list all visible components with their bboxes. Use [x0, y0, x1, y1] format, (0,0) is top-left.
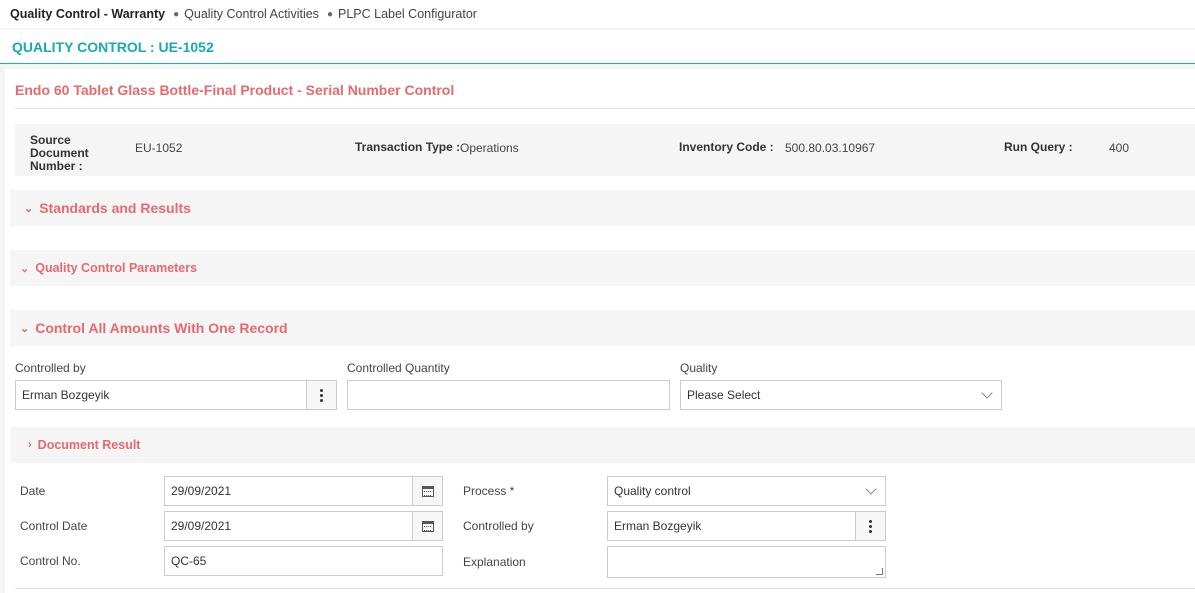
- calendar-icon[interactable]: [412, 512, 442, 540]
- quality-label: Quality: [680, 361, 718, 375]
- section-label: Standards and Results: [39, 200, 191, 216]
- section-standards-results[interactable]: ⌄ Standards and Results: [10, 190, 1195, 226]
- bullet-icon: ●: [326, 8, 333, 20]
- controlled-by-label: Controlled by: [15, 361, 86, 375]
- section-control-all-amounts[interactable]: ⌄ Control All Amounts With One Record: [10, 310, 1195, 346]
- section-document-result[interactable]: › Document Result: [10, 427, 1195, 463]
- control-no-input[interactable]: QC-65: [164, 546, 443, 576]
- breadcrumb-label: Quality Control Activities: [184, 7, 319, 21]
- process-label: Process *: [463, 484, 515, 498]
- doc-controlled-by-field[interactable]: Erman Bozgeyik: [607, 511, 886, 541]
- chevron-down-icon: ⌄: [20, 322, 30, 335]
- control-date-label: Control Date: [20, 519, 88, 533]
- divider: [15, 588, 1195, 589]
- controlled-quantity-input[interactable]: [347, 380, 670, 410]
- quality-select[interactable]: Please Select: [680, 380, 1002, 410]
- section-label: Control All Amounts With One Record: [35, 320, 288, 336]
- inventory-code-value: 500.80.03.10967: [785, 141, 876, 155]
- breadcrumb-item-plpc[interactable]: ● PLPC Label Configurator: [327, 7, 477, 21]
- doc-controlled-by-value: Erman Bozgeyik: [614, 519, 702, 533]
- chevron-down-icon: ⌄: [24, 202, 34, 215]
- inventory-code-label: Inventory Code :: [679, 140, 774, 154]
- explanation-textarea[interactable]: [607, 546, 886, 578]
- date-input[interactable]: 29/09/2021: [164, 476, 443, 506]
- breadcrumb-root[interactable]: Quality Control - Warranty: [10, 7, 165, 21]
- process-select[interactable]: Quality control: [607, 476, 886, 506]
- run-query-value: 400: [1109, 141, 1130, 155]
- control-no-label: Control No.: [20, 554, 81, 568]
- chevron-down-icon: [981, 387, 993, 399]
- calendar-icon[interactable]: [412, 477, 442, 505]
- controlled-by-field[interactable]: Erman Bozgeyik: [15, 380, 337, 410]
- chevron-down-icon: [865, 483, 877, 495]
- divider: [15, 108, 1195, 109]
- explanation-label: Explanation: [463, 555, 526, 569]
- process-value: Quality control: [614, 484, 691, 498]
- date-value: 29/09/2021: [171, 484, 232, 498]
- transaction-type-label: Transaction Type :: [355, 140, 461, 154]
- run-query-label: Run Query :: [1004, 140, 1073, 154]
- control-date-input[interactable]: 29/09/2021: [164, 511, 443, 541]
- breadcrumb: Quality Control - Warranty ● Quality Con…: [0, 0, 1195, 28]
- controlled-by-value: Erman Bozgeyik: [22, 388, 110, 402]
- transaction-type-value: Operations: [460, 141, 519, 155]
- control-no-value: QC-65: [171, 554, 207, 568]
- source-doc-value: EU-1052: [135, 141, 183, 155]
- controlled-quantity-label: Controlled Quantity: [347, 361, 450, 375]
- breadcrumb-label: PLPC Label Configurator: [337, 7, 477, 21]
- control-date-value: 29/09/2021: [171, 519, 232, 533]
- section-label: Quality Control Parameters: [35, 261, 198, 275]
- resize-handle-icon[interactable]: [876, 568, 883, 575]
- page-header: QUALITY CONTROL : UE-1052: [0, 30, 1195, 64]
- breadcrumb-item-qc-activities[interactable]: ● Quality Control Activities: [173, 7, 319, 21]
- bullet-icon: ●: [173, 8, 180, 20]
- doc-controlled-by-label: Controlled by: [463, 519, 534, 533]
- quality-value: Please Select: [687, 388, 761, 402]
- section-label: Document Result: [37, 438, 141, 452]
- date-label: Date: [20, 484, 46, 498]
- more-options-icon[interactable]: [855, 512, 885, 540]
- page-title: QUALITY CONTROL : UE-1052: [12, 38, 214, 55]
- document-info-box: Source Document Number : EU-1052 Transac…: [15, 124, 1195, 176]
- more-options-icon[interactable]: [306, 381, 336, 409]
- chevron-down-icon: ⌄: [20, 262, 30, 275]
- section-qc-parameters[interactable]: ⌄ Quality Control Parameters: [10, 250, 1195, 286]
- main-card: Endo 60 Tablet Glass Bottle-Final Produc…: [5, 69, 1195, 593]
- source-doc-label: Source Document Number :: [30, 133, 89, 173]
- chevron-right-icon: ›: [28, 439, 32, 451]
- card-title: Endo 60 Tablet Glass Bottle-Final Produc…: [15, 82, 455, 98]
